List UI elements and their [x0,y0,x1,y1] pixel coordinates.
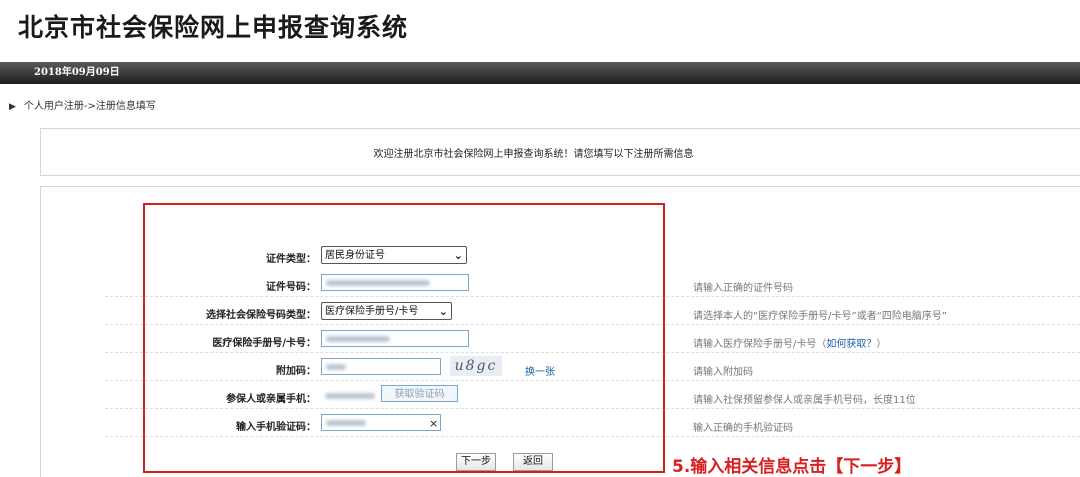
highlight-box [143,203,665,473]
system-title: 北京市社会保险网上申报查询系统 [18,13,409,42]
welcome-message: 欢迎注册北京市社会保险网上申报查询系统！请您填写以下注册所需信息 [373,149,694,160]
insurance-type-hint: 请选择本人的“医疗保险手册号/卡号”或者“四险电脑序号” [693,311,948,322]
insurance-number-hint-end: ） [876,339,887,350]
sms-code-hint: 输入正确的手机验证码 [693,423,793,434]
instruction-annotation: 5.输入相关信息点击【下一步】 [672,457,912,477]
date-bar: 2018年09月09日 [0,62,1080,84]
breadcrumb-arrow-icon: ▶ [9,102,16,112]
id-number-hint: 请输入正确的证件号码 [693,283,793,294]
captcha-hint: 请输入附加码 [693,367,753,378]
current-date: 2018年09月09日 [34,67,120,78]
breadcrumb: ▶ 个人用户注册->注册信息填写 [9,97,156,112]
insurance-number-hint: 请输入医疗保险手册号/卡号（如何获取？） [693,335,886,350]
breadcrumb-text: 个人用户注册->注册信息填写 [23,101,156,112]
phone-hint: 请输入社保预留参保人或亲属手机号码，长度11位 [693,395,916,406]
welcome-panel: 欢迎注册北京市社会保险网上申报查询系统！请您填写以下注册所需信息 [40,128,1080,176]
how-to-get-link[interactable]: 如何获取？ [826,339,876,350]
insurance-number-hint-text: 请输入医疗保险手册号/卡号（ [693,339,827,350]
